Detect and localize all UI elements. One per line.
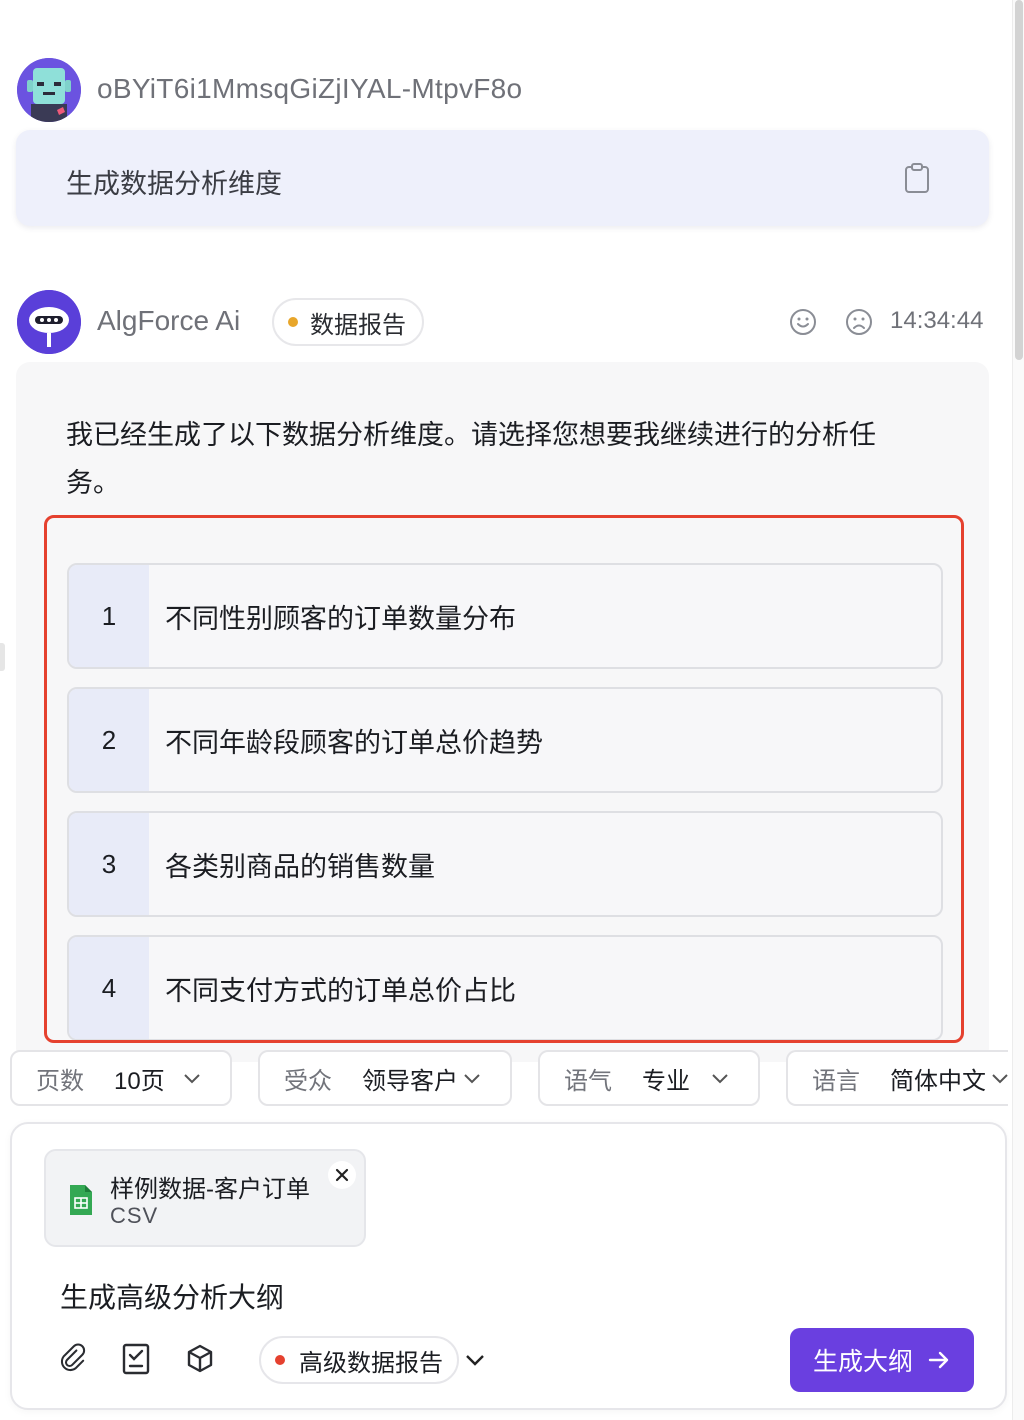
tone-dropdown-value: 专业 [642, 1067, 690, 1095]
task-number: 2 [69, 689, 149, 791]
ai-name: AlgForce Ai [97, 305, 241, 336]
side-panel-handle[interactable] [0, 643, 5, 671]
generate-outline-button[interactable]: 生成大纲 [790, 1328, 974, 1392]
pages-dropdown-label: 页数 [36, 1067, 84, 1095]
report-mode-selector[interactable]: 高级数据报告 [259, 1336, 459, 1384]
task-label: 不同年龄段顾客的订单总价趋势 [165, 727, 543, 758]
badge-status-dot [288, 317, 298, 327]
chat-page: oBYiT6i1MmsqGiZjIYAL-MtpvF8o 生成数据分析维度 Al… [0, 0, 1024, 1420]
report-mode-label: 高级数据报告 [299, 1349, 443, 1377]
chevron-down-icon [992, 1074, 1008, 1084]
task-item-4[interactable]: 4 不同支付方式的订单总价占比 [67, 935, 943, 1040]
close-icon [335, 1168, 349, 1182]
user-message-text: 生成数据分析维度 [66, 169, 282, 199]
scrollbar-thumb[interactable] [1015, 0, 1023, 360]
smile-icon[interactable] [789, 308, 817, 336]
audience-dropdown-value: 领导客户 [362, 1067, 458, 1095]
user-avatar [17, 58, 81, 122]
sad-icon[interactable] [845, 308, 873, 336]
tone-dropdown[interactable]: 语气 专业 [538, 1050, 760, 1106]
chevron-down-icon [184, 1074, 200, 1084]
scrollbar[interactable] [1012, 0, 1024, 1420]
file-name: 样例数据-客户订单 [110, 1176, 310, 1203]
username: oBYiT6i1MmsqGiZjIYAL-MtpvF8o [97, 73, 523, 104]
arrow-right-icon [928, 1351, 949, 1369]
ai-avatar [17, 290, 81, 354]
audience-dropdown[interactable]: 受众 领导客户 [258, 1050, 512, 1106]
ai-message-text: 我已经生成了以下数据分析维度。请选择您想要我继续进行的分析任务。 [66, 420, 876, 498]
prompt-input[interactable]: 生成高级分析大纲 [60, 1276, 284, 1316]
copy-icon[interactable] [904, 162, 930, 194]
pages-dropdown-value: 10页 [114, 1067, 165, 1095]
task-item-1[interactable]: 1 不同性别顾客的订单数量分布 [67, 563, 943, 669]
tone-dropdown-label: 语气 [564, 1067, 612, 1095]
paperclip-icon[interactable] [56, 1342, 88, 1376]
task-number: 3 [69, 813, 149, 915]
task-label: 不同性别顾客的订单数量分布 [165, 603, 516, 634]
chevron-down-icon[interactable] [464, 1352, 486, 1368]
task-number: 1 [69, 565, 149, 667]
attached-file-card: 样例数据-客户订单 CSV [44, 1149, 366, 1247]
spreadsheet-file-icon [70, 1185, 92, 1215]
mode-status-dot [275, 1355, 285, 1365]
analysis-task-list-highlight: 1 不同性别顾客的订单数量分布 2 不同年龄段顾客的订单总价趋势 3 各类别商品… [44, 515, 964, 1043]
audience-dropdown-label: 受众 [284, 1067, 332, 1095]
generate-outline-label: 生成大纲 [812, 1348, 913, 1376]
message-timestamp: 14:34:44 [890, 307, 984, 334]
file-type: CSV [110, 1203, 159, 1228]
task-number: 4 [69, 937, 149, 1039]
language-dropdown-label: 语言 [812, 1067, 860, 1095]
badge-label: 数据报告 [310, 311, 406, 339]
task-label: 不同支付方式的订单总价占比 [165, 975, 516, 1006]
pages-dropdown[interactable]: 页数 10页 [10, 1050, 232, 1106]
task-label: 各类别商品的销售数量 [165, 851, 435, 882]
remove-file-button[interactable] [328, 1161, 356, 1189]
task-item-3[interactable]: 3 各类别商品的销售数量 [67, 811, 943, 917]
chevron-down-icon [712, 1074, 728, 1084]
cube-icon[interactable] [184, 1342, 216, 1376]
language-dropdown[interactable]: 语言 简体中文 [786, 1050, 1008, 1106]
checklist-icon[interactable] [120, 1342, 152, 1376]
language-dropdown-value: 简体中文 [890, 1067, 986, 1095]
report-type-badge: 数据报告 [272, 298, 424, 346]
user-message-bubble: 生成数据分析维度 [16, 130, 989, 226]
task-item-2[interactable]: 2 不同年龄段顾客的订单总价趋势 [67, 687, 943, 793]
chevron-down-icon [464, 1074, 480, 1084]
